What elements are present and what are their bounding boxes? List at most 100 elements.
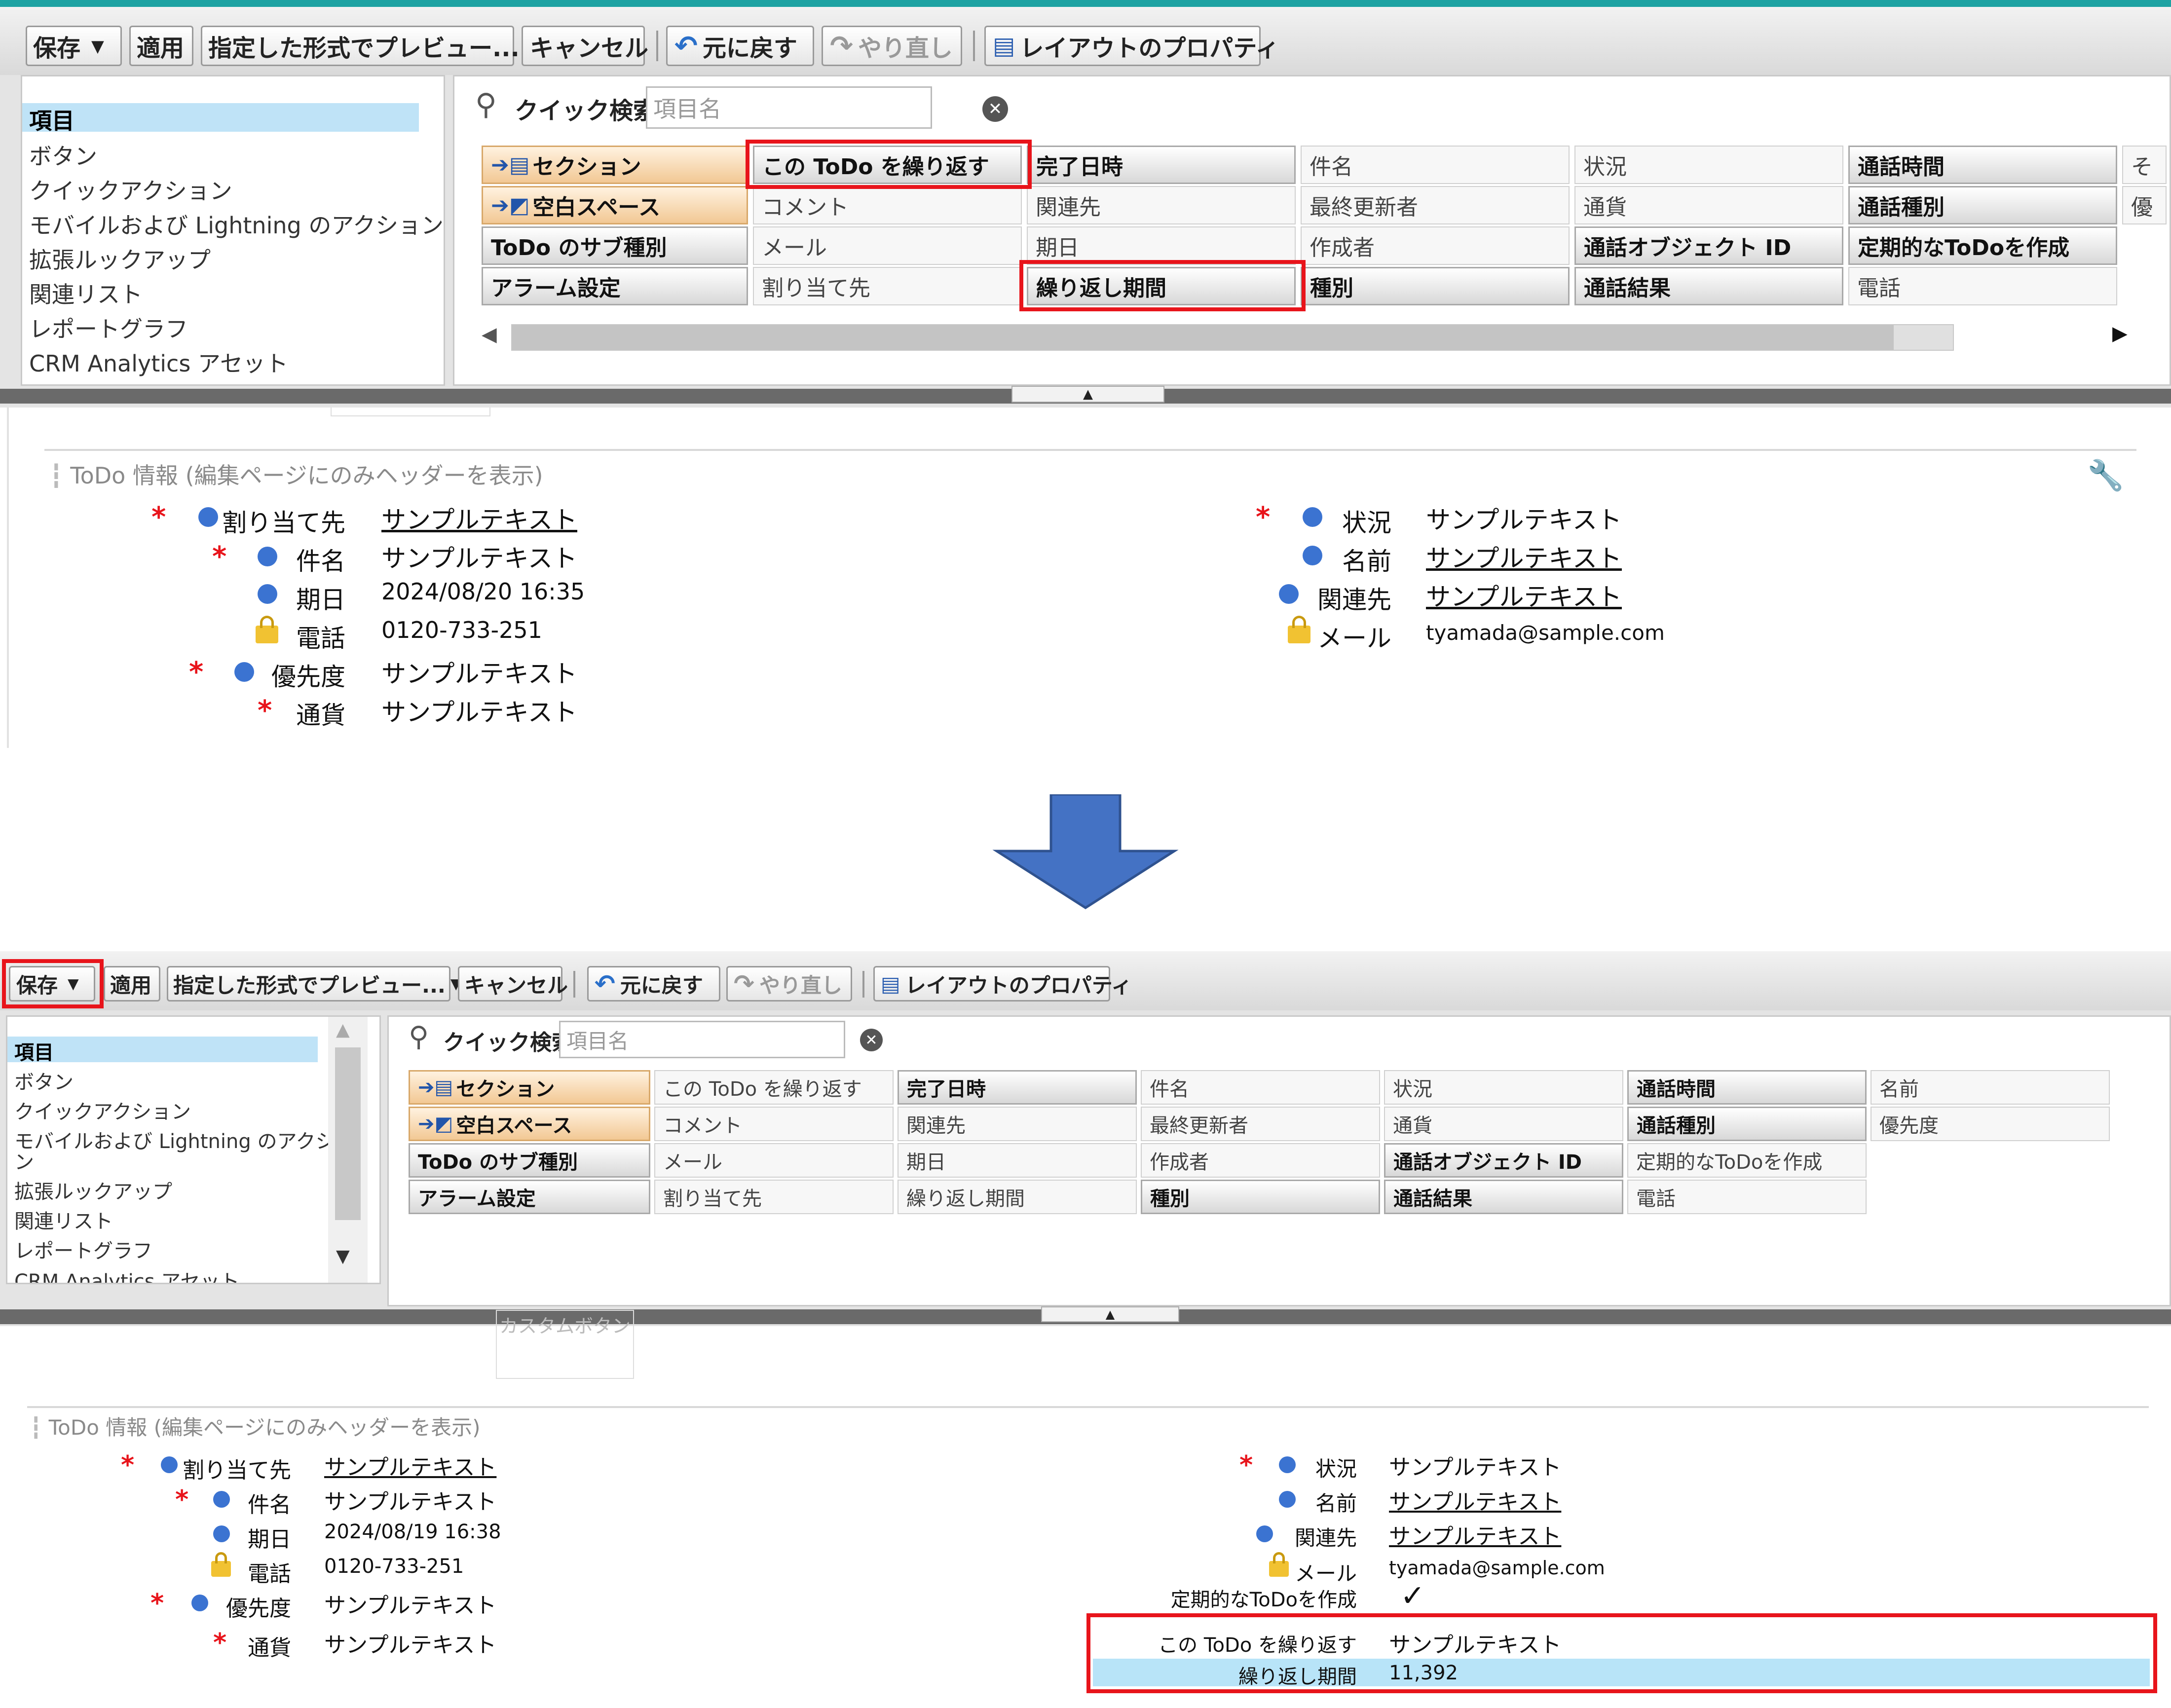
category-item-related-lists[interactable]: 関連リスト xyxy=(22,277,444,309)
field-cell-phone[interactable]: 電話 xyxy=(1627,1180,1867,1214)
wrench-icon[interactable]: 🔧 xyxy=(2087,458,2124,493)
field-cell-created-by[interactable]: 作成者 xyxy=(1301,226,1570,265)
bottom-cancel-button[interactable]: キャンセル xyxy=(458,966,568,1002)
scroll-up-icon[interactable]: ▲ xyxy=(336,1020,350,1040)
field-value[interactable]: サンプルテキスト xyxy=(381,500,577,536)
field-cell-partial[interactable]: そ xyxy=(2122,146,2167,184)
field-cell-call-duration[interactable]: 通話時間 xyxy=(1627,1070,1867,1105)
field-cell-related-to[interactable]: 関連先 xyxy=(1027,186,1296,224)
field-cell-call-duration[interactable]: 通話時間 xyxy=(1848,146,2117,184)
bottom-redo-button[interactable]: ↷ やり直し xyxy=(726,966,852,1002)
field-cell-subject[interactable]: 件名 xyxy=(1141,1070,1380,1105)
field-cell-call-object-id[interactable]: 通話オブジェクト ID xyxy=(1574,226,1843,265)
category-item-fields[interactable]: 項目 xyxy=(7,1037,318,1064)
field-cell-todo-subtype[interactable]: ToDo のサブ種別 xyxy=(482,226,748,265)
top-preview-dropdown[interactable]: 指定した形式でプレビュー... ▼ xyxy=(201,26,537,66)
field-cell-section[interactable]: ➔▤ セクション xyxy=(482,146,748,184)
field-cell-status[interactable]: 状況 xyxy=(1574,146,1843,184)
field-cell-alarm[interactable]: アラーム設定 xyxy=(482,267,748,305)
collapse-handle[interactable]: ▲ xyxy=(1011,386,1164,403)
category-item-expanded-lookups[interactable]: 拡張ルックアップ xyxy=(7,1176,379,1204)
field-cell-priority[interactable]: 優先度 xyxy=(1871,1107,2110,1141)
collapse-handle[interactable]: ▲ xyxy=(1041,1306,1179,1322)
scrollbar-thumb[interactable] xyxy=(512,325,1894,350)
field-cell-due-date[interactable]: 期日 xyxy=(898,1143,1137,1178)
field-cell-subject[interactable]: 件名 xyxy=(1301,146,1570,184)
field-cell-repeat-todo[interactable]: この ToDo を繰り返す xyxy=(654,1070,894,1105)
category-item-quick-actions[interactable]: クイックアクション xyxy=(22,173,444,206)
category-item-expanded-lookups[interactable]: 拡張ルックアップ xyxy=(22,242,444,275)
bottom-undo-button[interactable]: ↶ 元に戻す xyxy=(587,966,720,1002)
field-cell-currency[interactable]: 通貨 xyxy=(1574,186,1843,224)
category-item-fields[interactable]: 項目 xyxy=(22,103,419,134)
field-cell-last-modified-by[interactable]: 最終更新者 xyxy=(1141,1107,1380,1141)
chevron-down-icon[interactable]: ▼ xyxy=(91,37,104,56)
category-item-crm-analytics[interactable]: CRM Analytics アセット xyxy=(22,346,444,378)
field-cell-completed-datetime[interactable]: 完了日時 xyxy=(898,1070,1137,1105)
horizontal-scrollbar[interactable] xyxy=(511,324,1954,351)
field-cell-call-type[interactable]: 通話種別 xyxy=(1627,1107,1867,1141)
field-cell-create-recurring[interactable]: 定期的なToDoを作成 xyxy=(1627,1143,1867,1178)
field-cell-assigned-to[interactable]: 割り当て先 xyxy=(753,267,1022,305)
field-cell-phone[interactable]: 電話 xyxy=(1848,267,2117,305)
scroll-down-icon[interactable]: ▼ xyxy=(336,1246,350,1266)
category-item-report-charts[interactable]: レポートグラフ xyxy=(7,1235,379,1263)
bottom-preview-dropdown[interactable]: 指定した形式でプレビュー... ▼ xyxy=(167,966,461,1002)
field-cell-call-result[interactable]: 通話結果 xyxy=(1384,1180,1623,1214)
bottom-layout-properties-button[interactable]: ▤ レイアウトのプロパティ xyxy=(873,966,1132,1002)
field-value[interactable]: サンプルテキスト xyxy=(1426,577,1622,613)
category-item-related-lists[interactable]: 関連リスト xyxy=(7,1205,379,1234)
category-item-mobile-actions[interactable]: モバイルおよび Lightning のアクション xyxy=(22,208,444,240)
field-cell-type[interactable]: 種別 xyxy=(1141,1180,1380,1214)
field-cell-completed-datetime[interactable]: 完了日時 xyxy=(1027,146,1296,184)
field-cell-call-object-id[interactable]: 通話オブジェクト ID xyxy=(1384,1143,1623,1178)
top-layout-properties-button[interactable]: ▤ レイアウトのプロパティ xyxy=(984,26,1279,66)
scroll-left-icon[interactable]: ◀ xyxy=(482,323,497,346)
field-cell-alarm[interactable]: アラーム設定 xyxy=(409,1180,650,1214)
field-cell-name[interactable]: 名前 xyxy=(1871,1070,2110,1105)
scroll-right-icon[interactable]: ▶ xyxy=(2112,322,2128,345)
field-cell-call-result[interactable]: 通話結果 xyxy=(1574,267,1843,305)
field-cell-created-by[interactable]: 作成者 xyxy=(1141,1143,1380,1178)
field-cell-email[interactable]: メール xyxy=(753,226,1022,265)
field-cell-assigned-to[interactable]: 割り当て先 xyxy=(654,1180,894,1214)
field-cell-recurrence-interval[interactable]: 繰り返し期間 xyxy=(898,1180,1137,1214)
top-save-button[interactable]: 保存 ▼ xyxy=(26,26,122,66)
top-undo-button[interactable]: ↶ 元に戻す xyxy=(666,26,814,66)
clear-icon[interactable]: ✕ xyxy=(860,1029,883,1051)
field-cell-create-recurring[interactable]: 定期的なToDoを作成 xyxy=(1848,226,2117,265)
field-cell-call-type[interactable]: 通話種別 xyxy=(1848,186,2117,224)
quick-search-input[interactable]: 項目名 xyxy=(646,86,932,129)
field-cell-blank-space[interactable]: ➔◩ 空白スペース xyxy=(482,186,748,224)
field-cell-todo-subtype[interactable]: ToDo のサブ種別 xyxy=(409,1143,650,1178)
field-value[interactable]: サンプルテキスト xyxy=(1389,1484,1561,1516)
field-cell-currency[interactable]: 通貨 xyxy=(1384,1107,1623,1141)
custom-button-placeholder[interactable]: カスタムボタン xyxy=(496,1310,634,1379)
category-item-crm-analytics[interactable]: CRM Analytics アセット xyxy=(7,1265,379,1283)
field-cell-type[interactable]: 種別 xyxy=(1301,267,1570,305)
top-apply-button[interactable]: 適用 xyxy=(129,26,193,66)
field-value[interactable]: サンプルテキスト xyxy=(1389,1519,1561,1550)
vertical-scrollbar[interactable]: ▲ ▼ xyxy=(328,1017,368,1283)
scrollbar-thumb[interactable] xyxy=(335,1047,361,1220)
field-cell-partial[interactable]: 優 xyxy=(2122,186,2167,224)
top-redo-button[interactable]: ↷ やり直し xyxy=(822,26,962,66)
category-item-quick-actions[interactable]: クイックアクション xyxy=(7,1096,379,1124)
category-item-report-charts[interactable]: レポートグラフ xyxy=(22,311,444,344)
field-value[interactable]: サンプルテキスト xyxy=(1426,539,1622,574)
quick-search-input[interactable]: 項目名 xyxy=(559,1021,845,1058)
field-cell-comment[interactable]: コメント xyxy=(753,186,1022,224)
category-item-buttons[interactable]: ボタン xyxy=(7,1066,379,1095)
field-cell-due-date[interactable]: 期日 xyxy=(1027,226,1296,265)
top-cancel-button[interactable]: キャンセル xyxy=(522,26,648,66)
clear-icon[interactable]: ✕ xyxy=(982,96,1008,122)
field-cell-status[interactable]: 状況 xyxy=(1384,1070,1623,1105)
field-cell-section[interactable]: ➔▤ セクション xyxy=(409,1070,650,1105)
bottom-apply-button[interactable]: 適用 xyxy=(104,966,160,1002)
field-value[interactable]: サンプルテキスト xyxy=(324,1449,496,1481)
field-cell-email[interactable]: メール xyxy=(654,1143,894,1178)
field-cell-blank-space[interactable]: ➔◩ 空白スペース xyxy=(409,1107,650,1141)
category-item-buttons[interactable]: ボタン xyxy=(22,139,444,171)
field-cell-last-modified-by[interactable]: 最終更新者 xyxy=(1301,186,1570,224)
field-cell-comment[interactable]: コメント xyxy=(654,1107,894,1141)
